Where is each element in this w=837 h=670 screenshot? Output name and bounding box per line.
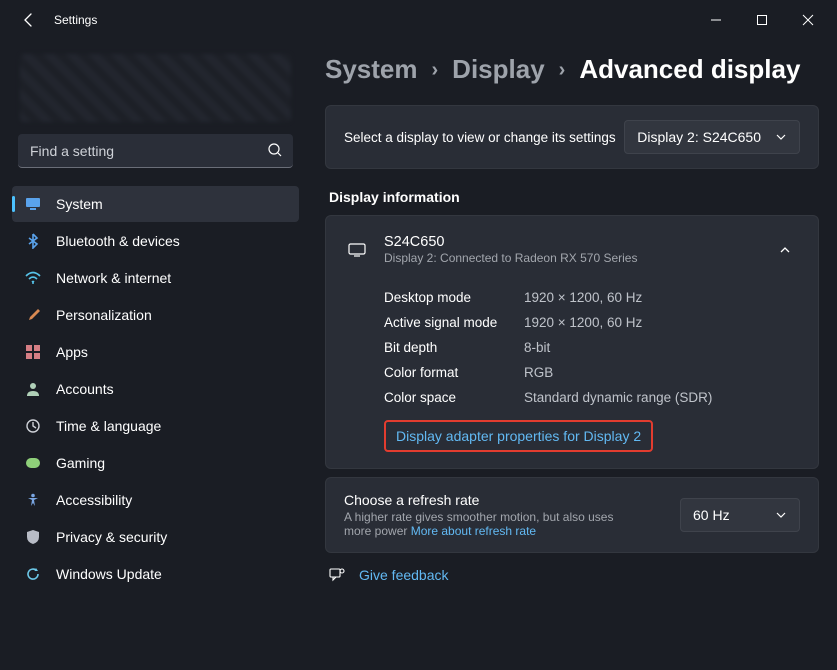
- section-title: Display information: [329, 189, 819, 205]
- display-sub: Display 2: Connected to Radeon RX 570 Se…: [384, 251, 637, 265]
- info-value: 1920 × 1200, 60 Hz: [524, 315, 642, 330]
- info-key: Color space: [384, 390, 524, 405]
- chevron-up-icon[interactable]: [770, 239, 800, 261]
- close-button[interactable]: [785, 0, 831, 40]
- info-key: Bit depth: [384, 340, 524, 355]
- sidebar-item-windows-update[interactable]: Windows Update: [12, 556, 299, 592]
- sidebar-item-accounts[interactable]: Accounts: [12, 371, 299, 407]
- display-info-card: S24C650 Display 2: Connected to Radeon R…: [325, 215, 819, 469]
- info-key: Desktop mode: [384, 290, 524, 305]
- brush-icon: [24, 306, 42, 324]
- shield-icon: [24, 528, 42, 546]
- sidebar-item-label: Accounts: [56, 381, 114, 397]
- sidebar-item-label: Windows Update: [56, 566, 162, 582]
- breadcrumb-item[interactable]: Display: [452, 54, 545, 85]
- feedback-label: Give feedback: [359, 567, 449, 583]
- sidebar-item-label: Time & language: [56, 418, 161, 434]
- search-container: [18, 134, 293, 168]
- info-key: Active signal mode: [384, 315, 524, 330]
- info-grid: Desktop mode1920 × 1200, 60 HzActive sig…: [344, 285, 800, 410]
- wifi-icon: [24, 269, 42, 287]
- sidebar-item-label: Gaming: [56, 455, 105, 471]
- sidebar-item-label: Accessibility: [56, 492, 132, 508]
- info-row: Desktop mode1920 × 1200, 60 Hz: [384, 285, 800, 310]
- maximize-button[interactable]: [739, 0, 785, 40]
- display-name: S24C650: [384, 234, 637, 250]
- refresh-rate-card: Choose a refresh rate A higher rate give…: [325, 477, 819, 553]
- feedback-link[interactable]: Give feedback: [329, 567, 819, 583]
- sidebar-item-accessibility[interactable]: Accessibility: [12, 482, 299, 518]
- refresh-sub: A higher rate gives smoother motion, but…: [344, 510, 644, 538]
- bluetooth-icon: [24, 232, 42, 250]
- minimize-button[interactable]: [693, 0, 739, 40]
- info-row: Bit depth8-bit: [384, 335, 800, 360]
- select-display-card: Select a display to view or change its s…: [325, 105, 819, 169]
- info-value: 8-bit: [524, 340, 550, 355]
- display-icon: [24, 195, 42, 213]
- dropdown-value: 60 Hz: [693, 507, 730, 523]
- info-row: Color spaceStandard dynamic range (SDR): [384, 385, 800, 410]
- info-row: Active signal mode1920 × 1200, 60 Hz: [384, 310, 800, 335]
- accessibility-icon: [24, 491, 42, 509]
- feedback-icon: [329, 567, 345, 583]
- info-value: Standard dynamic range (SDR): [524, 390, 712, 405]
- adapter-properties-link[interactable]: Display adapter properties for Display 2: [384, 420, 653, 452]
- refresh-dropdown[interactable]: 60 Hz: [680, 498, 800, 532]
- sidebar-item-label: Network & internet: [56, 270, 171, 286]
- sidebar-item-label: Apps: [56, 344, 88, 360]
- chevron-down-icon: [775, 509, 787, 521]
- refresh-more-link[interactable]: More about refresh rate: [411, 524, 536, 538]
- chevron-down-icon: [775, 131, 787, 143]
- profile-block[interactable]: [20, 54, 291, 122]
- window-title: Settings: [54, 13, 97, 27]
- info-row: Color formatRGB: [384, 360, 800, 385]
- update-icon: [24, 565, 42, 583]
- sidebar-item-label: Privacy & security: [56, 529, 167, 545]
- sidebar-item-label: Personalization: [56, 307, 152, 323]
- breadcrumb-item-current: Advanced display: [579, 54, 800, 85]
- display-header[interactable]: S24C650 Display 2: Connected to Radeon R…: [344, 230, 800, 269]
- sidebar-item-privacy-security[interactable]: Privacy & security: [12, 519, 299, 555]
- sidebar-item-personalization[interactable]: Personalization: [12, 297, 299, 333]
- chevron-right-icon: ›: [559, 59, 566, 82]
- info-value: RGB: [524, 365, 553, 380]
- apps-icon: [24, 343, 42, 361]
- sidebar-item-apps[interactable]: Apps: [12, 334, 299, 370]
- sidebar-nav: System Bluetooth & devices Network & inter…: [12, 186, 299, 593]
- sidebar-item-label: System: [56, 196, 103, 212]
- chevron-right-icon: ›: [432, 59, 439, 82]
- breadcrumb: System › Display › Advanced display: [325, 54, 819, 85]
- sidebar-item-system[interactable]: System: [12, 186, 299, 222]
- info-value: 1920 × 1200, 60 Hz: [524, 290, 642, 305]
- sidebar-item-time-language[interactable]: Time & language: [12, 408, 299, 444]
- sidebar-item-network-internet[interactable]: Network & internet: [12, 260, 299, 296]
- monitor-icon: [348, 243, 366, 257]
- sidebar-item-label: Bluetooth & devices: [56, 233, 180, 249]
- clock-icon: [24, 417, 42, 435]
- dropdown-value: Display 2: S24C650: [637, 129, 761, 145]
- search-input[interactable]: [18, 134, 293, 168]
- refresh-title: Choose a refresh rate: [344, 492, 644, 508]
- display-dropdown[interactable]: Display 2: S24C650: [624, 120, 800, 154]
- select-display-text: Select a display to view or change its s…: [344, 130, 616, 145]
- sidebar-item-bluetooth-devices[interactable]: Bluetooth & devices: [12, 223, 299, 259]
- info-key: Color format: [384, 365, 524, 380]
- breadcrumb-item[interactable]: System: [325, 54, 418, 85]
- sidebar-item-gaming[interactable]: Gaming: [12, 445, 299, 481]
- search-icon: [267, 142, 283, 158]
- gaming-icon: [24, 454, 42, 472]
- user-icon: [24, 380, 42, 398]
- back-button[interactable]: [14, 5, 44, 35]
